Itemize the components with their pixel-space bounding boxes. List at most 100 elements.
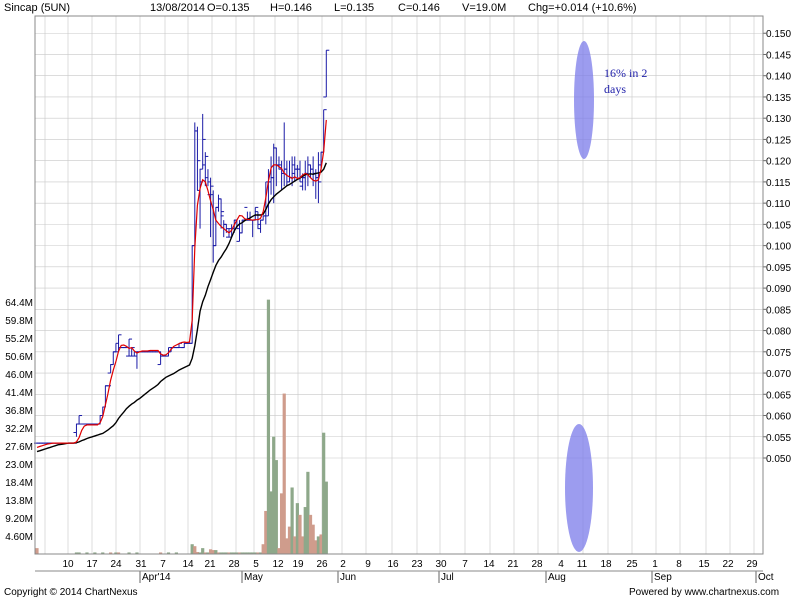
date-tick-label: 16 — [387, 559, 399, 570]
price-tick-label: 0.080 — [766, 327, 791, 338]
ohlc-bar — [323, 49, 330, 98]
ohlc-bar — [257, 219, 264, 233]
date-tick-label: 9 — [365, 559, 371, 570]
date-tick-label: 11 — [577, 559, 588, 570]
volume-tick-label: 9.20M — [5, 514, 33, 525]
date-tick-label: 21 — [204, 559, 216, 570]
volume-tick-label: 23.0M — [5, 460, 33, 471]
date-tick-label: 21 — [507, 559, 519, 570]
price-tick-label: 0.055 — [766, 433, 791, 444]
date-tick-label: 26 — [316, 559, 328, 570]
volume-highlight-layer — [565, 424, 593, 552]
volume-tick-label: 18.4M — [5, 478, 33, 489]
stock-chart: 0.150 0.145 0.140 0.135 0.130 0.125 0.120 0.115… — [5, 15, 791, 583]
volume-tick-label: 64.4M — [5, 298, 33, 309]
date-tick-label: 5 — [253, 559, 259, 570]
date-tick-label: 14 — [483, 559, 495, 570]
volume-tick-label: 46.0M — [5, 370, 33, 381]
date-tick-label: 29 — [746, 559, 758, 570]
ohlc-bar — [273, 147, 280, 187]
price-tick-label: 0.130 — [766, 114, 791, 125]
volume-bars — [35, 299, 328, 554]
volume-tick-label: 36.8M — [5, 406, 33, 417]
month-label: Jun — [340, 572, 356, 583]
price-highlight-ellipse — [574, 41, 594, 159]
date-axis-labels: 10 17 24 31 7 14 21 28 5 12 19 26 2 9 16 23 30 7 14 21 28 4 11… — [35, 559, 774, 583]
date-tick-label: 7 — [160, 559, 166, 570]
date-tick-label: 15 — [698, 559, 710, 570]
ohlc-bar — [194, 126, 201, 191]
price-tick-label: 0.120 — [766, 157, 791, 168]
volume-tick-label: 59.8M — [5, 316, 33, 327]
ohlc-bar — [249, 219, 256, 238]
grid-lines — [35, 16, 763, 554]
date-tick-label: 10 — [62, 559, 74, 570]
ohlc-bar — [133, 351, 140, 369]
price-tick-label: 0.105 — [766, 220, 791, 231]
date-tick-label: 28 — [531, 559, 543, 570]
month-label: Apr'14 — [142, 572, 171, 583]
price-tick-label: 0.100 — [766, 242, 791, 253]
date-tick-label: 8 — [676, 559, 682, 570]
price-tick-label: 0.135 — [766, 93, 791, 104]
ohlc-bar — [202, 152, 209, 187]
date-tick-label: 18 — [600, 559, 612, 570]
volume-bar — [274, 460, 278, 554]
price-tick-label: 0.060 — [766, 412, 791, 423]
ohlc-bar — [191, 122, 198, 247]
date-tick-label: 22 — [722, 559, 734, 570]
date-tick-label: 17 — [86, 559, 98, 570]
month-label: Sep — [654, 572, 672, 583]
ohlc-bar — [76, 415, 83, 425]
date-tick-label: 31 — [135, 559, 147, 570]
month-label: Aug — [548, 572, 566, 583]
date-tick-label: 2 — [340, 559, 346, 570]
price-tick-label: 0.085 — [766, 305, 791, 316]
volume-tick-label: 32.2M — [5, 424, 33, 435]
price-highlight-layer — [574, 41, 594, 159]
date-tick-label: 19 — [292, 559, 304, 570]
ohlc-bar — [252, 206, 259, 221]
volume-bar — [35, 548, 39, 554]
price-tick-label: 0.050 — [766, 454, 791, 465]
price-tick-label: 0.125 — [766, 135, 791, 146]
price-tick-label: 0.150 — [766, 29, 791, 40]
volume-highlight-ellipse — [565, 424, 593, 552]
date-tick-label: 24 — [110, 559, 122, 570]
volume-bar — [282, 393, 286, 554]
date-tick-label: 14 — [182, 559, 194, 570]
annotation-line-2: days — [604, 82, 626, 96]
copyright-text: Copyright © 2014 ChartNexus — [4, 587, 138, 598]
volume-tick-label: 13.8M — [5, 496, 33, 507]
price-tick-label: 0.095 — [766, 263, 791, 274]
date-tick-label: 4 — [558, 559, 564, 570]
volume-tick-label: 50.6M — [5, 352, 33, 363]
date-tick-label: 23 — [411, 559, 423, 570]
month-label: May — [244, 572, 263, 583]
annotation-line-1: 16% in 2 — [604, 66, 647, 80]
date-tick-label: 30 — [435, 559, 447, 570]
price-tick-label: 0.090 — [766, 284, 791, 295]
footer: Copyright © 2014 ChartNexus Powered by w… — [0, 586, 800, 600]
price-axis-labels: 0.150 0.145 0.140 0.135 0.130 0.125 0.120 0.115… — [763, 29, 791, 465]
ohlc-bar — [181, 342, 188, 349]
date-tick-label: 12 — [272, 559, 284, 570]
ohlc-bar — [281, 122, 288, 187]
date-tick-label: 28 — [228, 559, 240, 570]
volume-bar — [324, 481, 328, 554]
powered-by-link[interactable]: Powered by www.chartnexus.com — [629, 587, 779, 598]
month-label: Jul — [441, 572, 454, 583]
ohlc-bar — [112, 342, 119, 353]
date-tick-label: 25 — [626, 559, 638, 570]
price-ohlc-bars — [34, 49, 330, 444]
volume-tick-label: 4.60M — [5, 532, 33, 543]
price-tick-label: 0.075 — [766, 348, 791, 359]
volume-tick-label: 55.2M — [5, 334, 33, 345]
price-tick-label: 0.070 — [766, 369, 791, 380]
ohlc-bar — [73, 423, 80, 437]
date-tick-label: 1 — [652, 559, 658, 570]
month-label: Oct — [758, 572, 774, 583]
price-tick-label: 0.140 — [766, 72, 791, 83]
price-tick-label: 0.065 — [766, 390, 791, 401]
price-tick-label: 0.110 — [766, 199, 791, 210]
